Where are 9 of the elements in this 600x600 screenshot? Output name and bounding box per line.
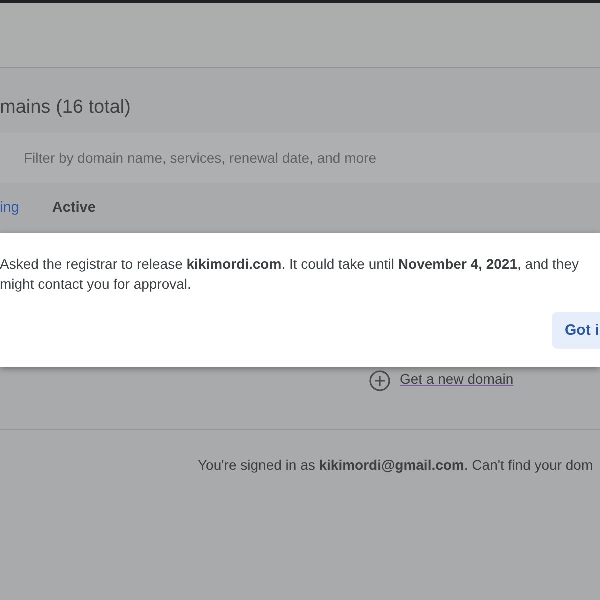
got-it-button[interactable]: Got i (552, 312, 600, 349)
new-domain-link[interactable]: Get a new domain (400, 371, 514, 387)
tab[interactable]: ing (0, 200, 20, 216)
dialog-message: Asked the registrar to release kikimordi.com. It could take until November 4, 2021, and they might contact you for approval. (0, 255, 580, 294)
page-title: mains (16 total) (0, 96, 132, 120)
plus-circle-icon (369, 370, 391, 392)
signed-in-message: You're signed in as kikimordi@gmail.com. Can't find your dom (197, 456, 594, 473)
tab[interactable]: Active (52, 200, 96, 216)
search-field[interactable]: Filter by domain name, services, renewal date, and more (0, 133, 600, 183)
